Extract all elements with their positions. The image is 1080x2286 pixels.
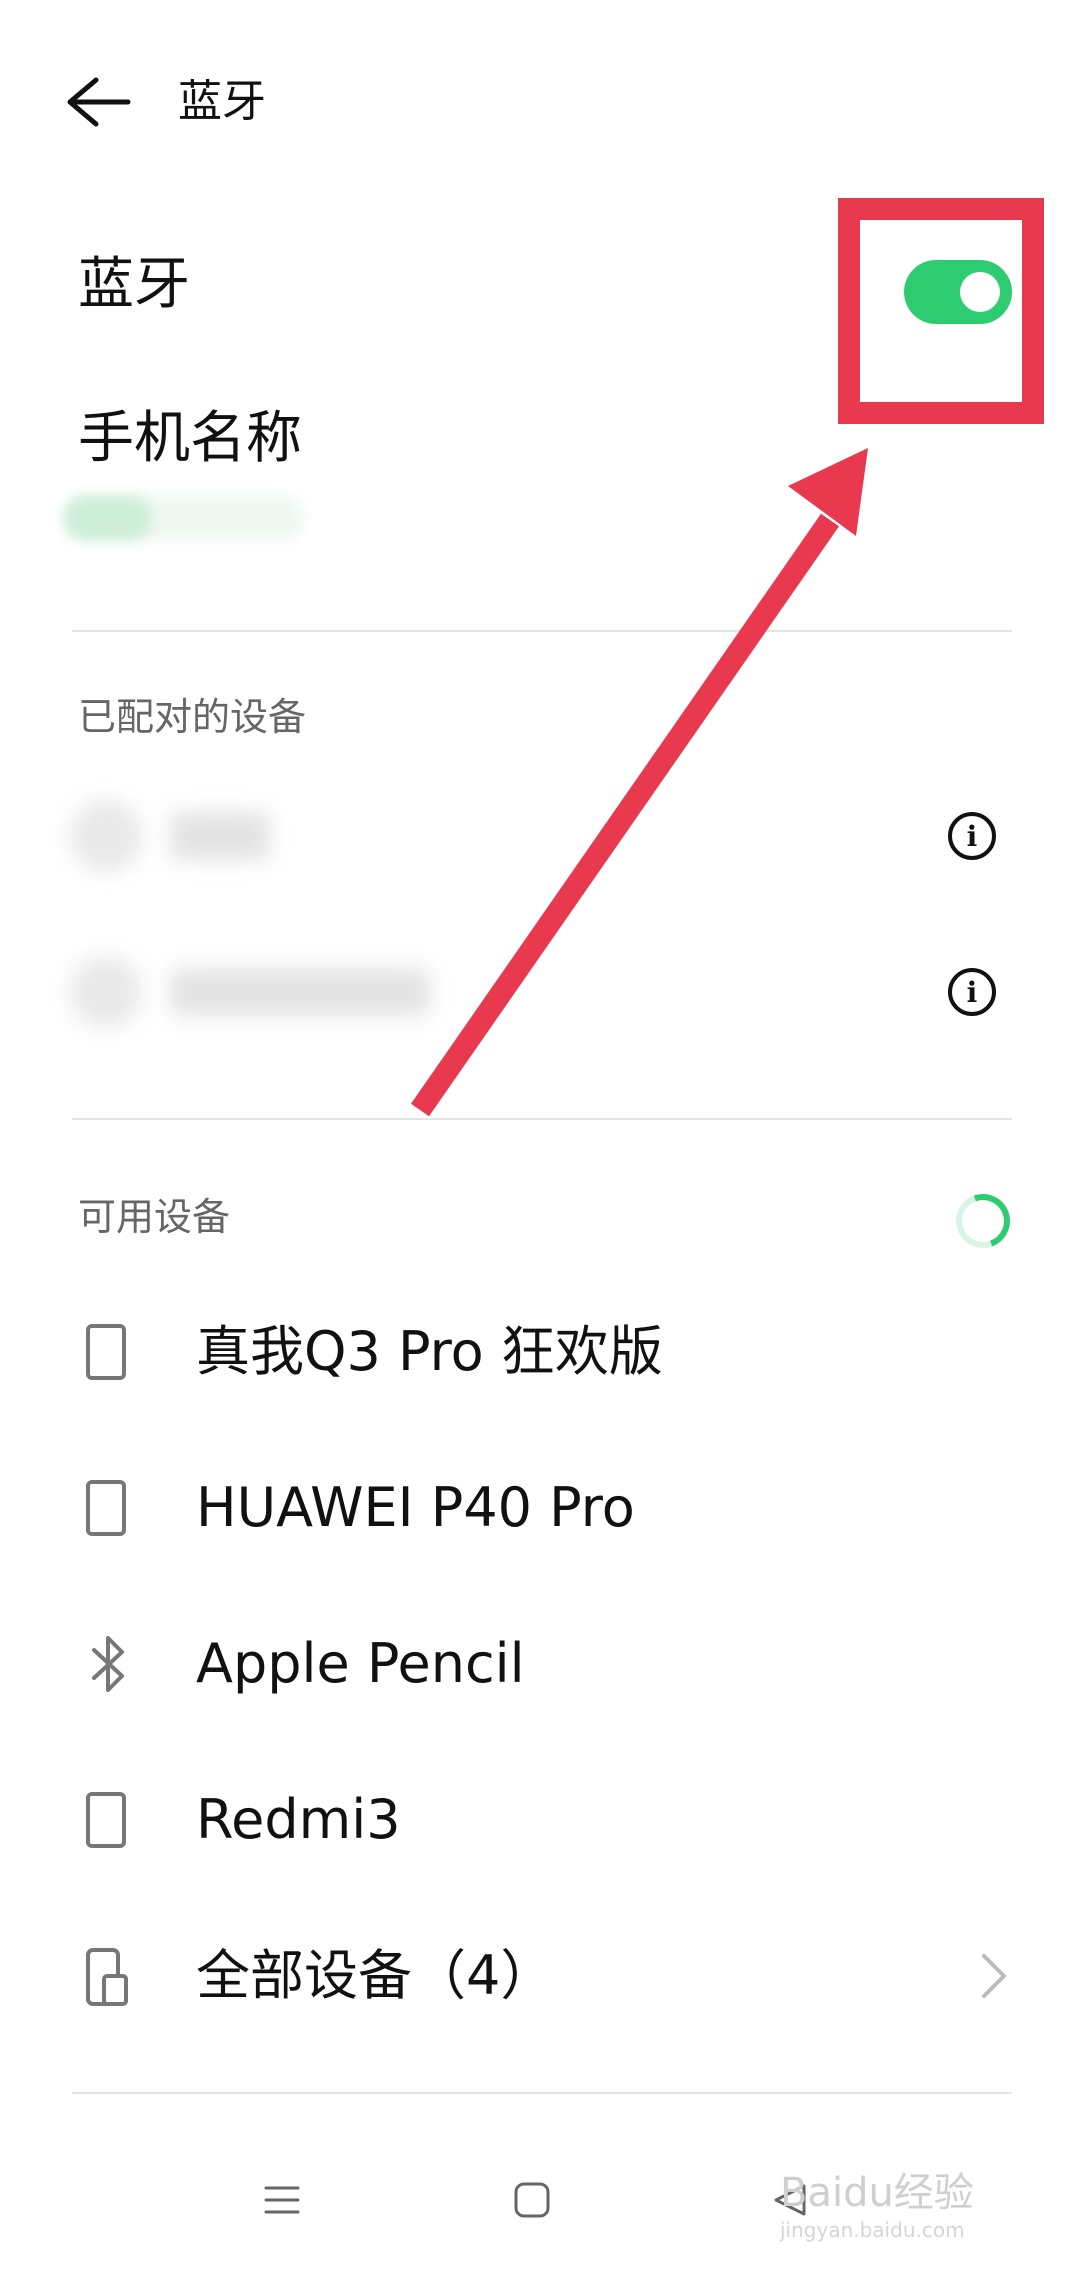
device-name: HUAWEI P40 Pro [196,1476,635,1539]
available-device-item[interactable]: HUAWEI P40 Pro [0,1438,1080,1578]
available-device-item[interactable]: Redmi3 [0,1750,1080,1890]
chevron-right-icon [982,1954,1007,1998]
paired-device-item[interactable]: i [0,932,1080,1052]
menu-icon[interactable] [262,2180,302,2220]
paired-device-item[interactable]: i [0,776,1080,896]
info-icon[interactable]: i [948,968,996,1016]
device-name-blurred [170,968,430,1016]
divider [72,630,1012,632]
device-name: Redmi3 [196,1788,401,1851]
phone-icon [86,1324,126,1380]
bluetooth-icon [92,1636,124,1692]
device-icon-blurred [70,800,142,872]
all-devices-item[interactable]: 全部设备（4） [0,1906,1080,2046]
highlight-box [838,198,1044,424]
phone-icon [86,1480,126,1536]
available-device-item[interactable]: 真我Q3 Pro 狂欢版 [0,1282,1080,1422]
available-device-item[interactable]: Apple Pencil [0,1594,1080,1734]
device-name-blurred [170,812,270,860]
back-arrow-icon[interactable] [62,72,134,132]
divider [72,2092,1012,2094]
device-name: Apple Pencil [196,1632,525,1695]
all-devices-icon [86,1948,128,2006]
paired-section-title: 已配对的设备 [78,695,307,739]
bluetooth-label: 蓝牙 [78,252,190,317]
phone-name-value-blurred-accent [64,496,152,540]
home-icon[interactable] [512,2180,552,2220]
available-section-title: 可用设备 [78,1195,231,1239]
page-title: 蓝牙 [178,76,266,127]
app-header: 蓝牙 [0,0,1080,200]
device-icon-blurred [70,956,142,1028]
divider [72,1118,1012,1120]
baidu-watermark: Baidu经验 jingyan.baidu.com [780,2170,974,2242]
phone-icon [86,1792,126,1848]
scanning-spinner-icon [947,1185,1019,1257]
all-devices-label: 全部设备（4） [196,1944,555,2007]
phone-name-label[interactable]: 手机名称 [78,404,302,474]
device-name: 真我Q3 Pro 狂欢版 [196,1320,663,1383]
info-icon[interactable]: i [948,812,996,860]
